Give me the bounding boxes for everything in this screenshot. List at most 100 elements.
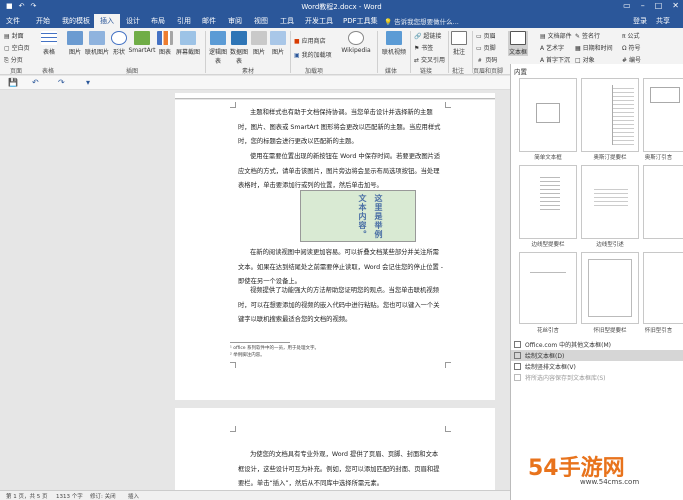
shapes-icon: [111, 31, 127, 45]
tab-references[interactable]: 引用: [177, 16, 191, 26]
document-page-2[interactable]: 为使您的文档具有专业外观，Word 提供了页眉、页脚、封面和文本框设计，这些设计…: [175, 408, 495, 500]
tell-me-search[interactable]: 💡 告诉我您想要做什么...: [384, 16, 459, 26]
login-link[interactable]: 登录: [633, 16, 647, 26]
redo-icon[interactable]: ↷: [58, 78, 65, 87]
paragraph[interactable]: 视频提供了功能强大的方法帮助您证明您的观点。当您单击联机视频时，可以在想要添加的…: [238, 284, 444, 328]
screenshot-button[interactable]: 屏幕截图: [174, 31, 202, 56]
image-button[interactable]: 图片: [250, 31, 268, 56]
number-button[interactable]: # 编号: [622, 55, 641, 64]
wikipedia-icon: [348, 31, 364, 45]
horizontal-ruler[interactable]: [175, 93, 495, 99]
comment-label: 批注: [452, 49, 465, 56]
tab-review[interactable]: 审阅: [228, 16, 242, 26]
maximize-icon[interactable]: □: [655, 1, 663, 10]
secondary-toolbar: 💾 ↶ ↷ ▾: [0, 76, 510, 90]
date-time-button[interactable]: ▦ 日期和时间: [575, 43, 613, 52]
vertical-text-box[interactable]: 这里是举例 文本内容。: [300, 190, 416, 242]
blank-page-button[interactable]: ▢ 空白页: [4, 43, 30, 52]
quick-parts-button[interactable]: ▤ 文档部件: [540, 31, 572, 40]
word-count[interactable]: 1313 个字: [56, 492, 83, 500]
close-icon[interactable]: ✕: [672, 1, 679, 10]
online-pictures-button[interactable]: 联机图片: [84, 31, 110, 56]
tab-home[interactable]: 开始: [36, 16, 50, 26]
tab-mailings[interactable]: 邮件: [202, 16, 216, 26]
textbox-thumb-austin-sidebar[interactable]: [581, 78, 639, 152]
textbox-thumb[interactable]: [643, 165, 683, 239]
logic-chart-button[interactable]: 逻辑图表: [208, 31, 228, 65]
signature-line-button[interactable]: ✎ 签名行: [575, 31, 600, 40]
pictures-button[interactable]: 图片: [66, 31, 84, 56]
tab-insert[interactable]: 插入: [94, 14, 120, 28]
group-label-addins: 加载项: [305, 68, 324, 75]
equation-button[interactable]: π 公式: [622, 31, 640, 40]
textbox-thumb-austin-quote[interactable]: [643, 78, 683, 152]
paragraph[interactable]: 为使您的文档具有专业外观，Word 提供了页眉、页脚、封面和文本框设计，这些设计…: [238, 448, 444, 492]
footnote[interactable]: ¹ office 系列软件中的一员，用于处理文字。: [230, 345, 319, 351]
tab-view[interactable]: 视图: [254, 16, 268, 26]
minimize-icon[interactable]: –: [641, 1, 645, 10]
textbox-thumb-simple[interactable]: [519, 78, 577, 152]
shapes-button[interactable]: 形状: [110, 31, 128, 56]
cover-page-button[interactable]: ▤ 封面: [4, 31, 24, 40]
data-chart-button[interactable]: 数据图表: [229, 31, 249, 65]
textbox-thumb-filigree-quote[interactable]: [519, 252, 577, 324]
save-selection-menu-item: 将所选内容保存到文本框库(S): [511, 372, 683, 383]
track-changes-status[interactable]: 修订: 关闭: [90, 492, 116, 500]
thumb-preview: [588, 259, 632, 317]
drop-cap-button[interactable]: A 首字下沉: [540, 55, 570, 64]
symbol-button[interactable]: Ω 符号: [622, 43, 641, 52]
table-button[interactable]: 表格: [38, 31, 60, 56]
undo-icon[interactable]: ↶: [32, 78, 39, 87]
chart-button[interactable]: 图表: [156, 31, 174, 56]
online-pictures-label: 联机图片: [84, 49, 109, 56]
footnote[interactable]: ² 举例脚注内容。: [230, 352, 265, 358]
menu-item-label: 绘制竖排文本框(V): [525, 364, 576, 371]
page-break-button[interactable]: ⎘ 分页: [4, 55, 23, 65]
tab-my-templates[interactable]: 我的模板: [62, 16, 90, 26]
wikipedia-button[interactable]: Wikipedia: [340, 31, 372, 54]
margin-mark: [445, 102, 451, 108]
tab-design[interactable]: 设计: [126, 16, 140, 26]
textbox-button[interactable]: 文本框: [508, 31, 528, 56]
tab-developer[interactable]: 开发工具: [305, 16, 333, 26]
insert-mode[interactable]: 插入: [128, 492, 139, 500]
online-video-button[interactable]: 联机视频: [380, 31, 408, 56]
wordart-button[interactable]: A 艺术字: [540, 43, 564, 52]
tab-pdf-tools[interactable]: PDF工具集: [343, 16, 378, 26]
tab-tools[interactable]: 工具: [280, 16, 294, 26]
draw-vertical-textbox-menu-item[interactable]: 绘制竖排文本框(V): [511, 361, 683, 372]
smartart-button[interactable]: SmartArt: [128, 31, 156, 54]
tab-layout[interactable]: 布局: [151, 16, 165, 26]
tab-file[interactable]: 文件: [6, 16, 20, 26]
paragraph[interactable]: 在新的阅读视图中阅读更加容易。可以折叠文档某些部分并关注所需文本。如果在达到结尾…: [238, 246, 444, 290]
paragraph[interactable]: 主题和样式也有助于文档保持协调。当您单击设计并选择新的主题时，图片、图表或 Sm…: [238, 106, 444, 150]
share-button[interactable]: 共享: [656, 16, 670, 26]
footer-button[interactable]: ▭ 页脚: [476, 43, 496, 52]
object-button[interactable]: □ 对象: [575, 55, 595, 64]
pic-button[interactable]: 图片: [269, 31, 287, 56]
textbox-thumb-sideline-quote[interactable]: [581, 165, 639, 239]
paragraph[interactable]: 使用在需要位置出现的新按钮在 Word 中保存时间。若要更改图片适应文档的方式，…: [238, 150, 444, 194]
page-count[interactable]: 第 1 页，共 5 页: [6, 492, 48, 500]
number-label: 编号: [628, 57, 641, 64]
document-page-1[interactable]: 主题和样式也有助于文档保持协调。当您单击设计并选择新的主题时，图片、图表或 Sm…: [175, 100, 495, 400]
textbox-thumb-sideline-sidebar[interactable]: [519, 165, 577, 239]
video-icon: [386, 31, 402, 45]
header-button[interactable]: ▭ 页眉: [476, 31, 496, 40]
textbox-thumb-retro-quote[interactable]: [643, 252, 683, 324]
more-textboxes-menu-item[interactable]: Office.com 中的其他文本框(M): [511, 339, 683, 350]
bookmark-button[interactable]: ⚑ 书签: [414, 43, 433, 52]
customize-icon[interactable]: ▾: [86, 78, 90, 87]
hyperlink-button[interactable]: 🔗 超链接: [414, 31, 441, 40]
page-number-button[interactable]: #️ 页码: [476, 55, 497, 64]
draw-textbox-menu-item[interactable]: 绘制文本框(D): [511, 350, 683, 361]
footer-label: 页脚: [483, 45, 496, 52]
ribbon-display-icon[interactable]: ▭: [623, 1, 631, 10]
textbox-icon: [510, 31, 526, 45]
cross-reference-button[interactable]: ⇄ 交叉引用: [414, 55, 445, 64]
app-store-button[interactable]: ■ 应用商店: [294, 36, 326, 45]
save-icon[interactable]: 💾: [8, 78, 18, 87]
comment-button[interactable]: 批注: [450, 31, 468, 56]
textbox-thumb-retro-sidebar[interactable]: [581, 252, 639, 324]
my-addins-button[interactable]: ▣ 我的加载项: [294, 50, 332, 59]
